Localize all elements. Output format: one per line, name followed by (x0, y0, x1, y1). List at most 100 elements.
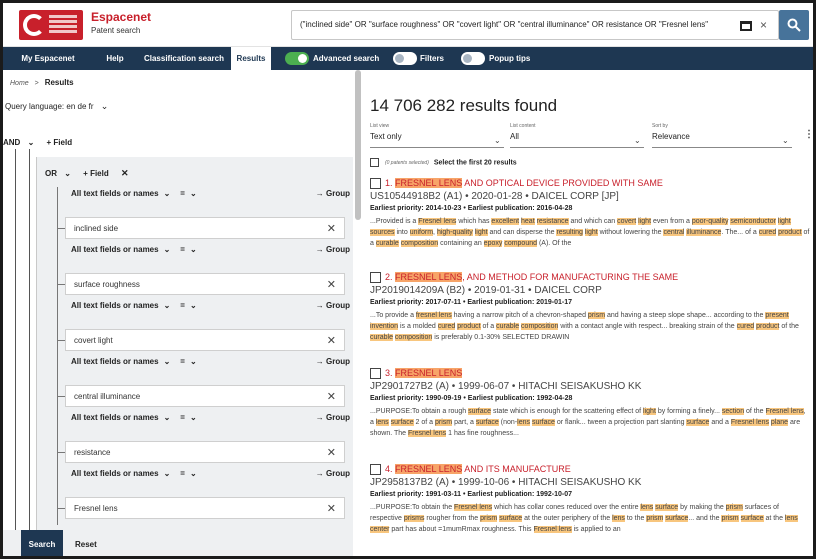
search-input[interactable]: ("inclined side" OR "surface roughness" … (291, 10, 779, 40)
remove-field-icon[interactable]: ✕ (327, 222, 336, 235)
nav-my-espacenet[interactable]: My Espacenet (13, 47, 83, 70)
field-value[interactable]: inclined side (74, 224, 118, 233)
nav-help[interactable]: Help (95, 47, 135, 70)
field-value-input[interactable]: covert light ✕ (65, 329, 345, 351)
chevron-down-icon[interactable]: ⌄ (28, 138, 35, 147)
field-value[interactable]: surface roughness (74, 280, 140, 289)
result-checkbox[interactable] (370, 272, 381, 284)
breadcrumb-home[interactable]: Home (10, 80, 29, 87)
search-button[interactable] (779, 10, 809, 40)
field-value[interactable]: Fresnel lens (74, 504, 118, 513)
search-term-highlight: curable (375, 240, 399, 248)
remove-field-icon[interactable]: ✕ (327, 334, 336, 347)
left-scrollbar[interactable] (355, 70, 361, 220)
add-field-button[interactable]: + Field (83, 169, 109, 178)
group-button[interactable]: → Group (316, 301, 350, 310)
window-icon[interactable] (740, 21, 752, 31)
more-options-icon[interactable]: ⋮ (804, 129, 813, 140)
field-value-input[interactable]: central illuminance ✕ (65, 385, 345, 407)
search-term-highlight: surface (499, 515, 523, 523)
result-title[interactable]: 3. FRESNEL LENS (370, 368, 810, 380)
field-value-input[interactable]: resistance ✕ (65, 441, 345, 463)
field-scope-select[interactable]: All text fields or names ⌄ = ⌄ (71, 245, 197, 254)
search-term-highlight: light (777, 218, 791, 226)
sort-by-label: Sort by (652, 123, 668, 129)
remove-field-icon[interactable]: ✕ (327, 502, 336, 515)
search-term-highlight: resulting (556, 229, 583, 237)
field-value[interactable]: covert light (74, 336, 113, 345)
query-language-label: Query language: en de fr (5, 102, 94, 111)
field-scope-select[interactable]: All text fields or names ⌄ = ⌄ (71, 301, 197, 310)
top-header: Espacenet Patent search ("inclined side"… (3, 3, 813, 47)
and-operator-select[interactable]: AND (3, 138, 20, 147)
list-view-select[interactable]: List view Text only ⌄ (370, 123, 504, 148)
result-checkbox[interactable] (370, 178, 381, 190)
remove-group-icon[interactable]: ✕ (121, 168, 129, 178)
group-button[interactable]: → Group (316, 357, 350, 366)
or-group-panel: OR ⌄ + Field ✕ All text fields or names ⌄… (36, 157, 353, 549)
field-scope-select[interactable]: All text fields or names ⌄ = ⌄ (71, 357, 197, 366)
field-value[interactable]: resistance (74, 448, 110, 457)
group-button[interactable]: → Group (316, 189, 350, 198)
search-term-highlight: prism (721, 515, 739, 523)
result-title[interactable]: 1. FRESNEL LENS AND OPTICAL DEVICE PROVI… (370, 178, 810, 190)
field-scope-select[interactable]: All text fields or names ⌄ = ⌄ (71, 189, 197, 198)
chevron-down-icon[interactable]: ⌄ (64, 169, 71, 178)
selection-bar: (0 patents selected) Select the first 20… (370, 158, 517, 167)
field-scope-select[interactable]: All text fields or names ⌄ = ⌄ (71, 469, 197, 478)
advanced-search-toggle[interactable] (285, 52, 309, 65)
list-view-label: List view (370, 123, 390, 129)
logo-swirl-icon (23, 14, 45, 36)
search-term-highlight: section (721, 408, 745, 416)
search-term-highlight: Fresnel lens (408, 430, 447, 438)
nav-results[interactable]: Results (231, 47, 271, 70)
search-term-highlight: curable (370, 334, 393, 342)
result-checkbox[interactable] (370, 368, 381, 380)
tree-line (15, 149, 16, 549)
remove-field-icon[interactable]: ✕ (327, 446, 336, 459)
filters-label[interactable]: Filters (420, 47, 444, 70)
field-row-4: All text fields or names ⌄ = ⌄ → Group cent… (57, 355, 354, 413)
search-term-highlight: high-quality (436, 229, 473, 237)
remove-field-icon[interactable]: ✕ (327, 390, 336, 403)
search-term-highlight: invention (370, 323, 399, 331)
result-item: 3. FRESNEL LENS JP2901727B2 (A) • 1999-0… (370, 368, 810, 439)
breadcrumb: Home > Results (10, 78, 74, 87)
list-content-select[interactable]: List content All ⌄ (510, 123, 644, 148)
search-query-text[interactable]: ("inclined side" OR "surface roughness" … (300, 20, 730, 29)
remove-field-icon[interactable]: ✕ (327, 278, 336, 291)
search-term-highlight: surface (531, 419, 555, 427)
search-term-highlight: product (778, 229, 802, 237)
popup-tips-toggle[interactable] (461, 52, 485, 65)
field-value-input[interactable]: surface roughness ✕ (65, 273, 345, 295)
group-button[interactable]: → Group (316, 245, 350, 254)
or-operator-select[interactable]: OR (45, 169, 57, 178)
epo-logo[interactable] (19, 10, 83, 40)
group-button[interactable]: → Group (316, 413, 350, 422)
advanced-search-label[interactable]: Advanced search (313, 47, 379, 70)
add-field-button[interactable]: + Field (47, 138, 73, 147)
search-button[interactable]: Search (21, 530, 63, 556)
result-checkbox[interactable] (370, 464, 381, 476)
field-value-input[interactable]: inclined side ✕ (65, 217, 345, 239)
filters-toggle[interactable] (393, 52, 417, 65)
group-button[interactable]: → Group (316, 469, 350, 478)
result-title[interactable]: 2. FRESNEL LENS, AND METHOD FOR MANUFACT… (370, 272, 810, 284)
result-publication: JP2019014209A (B2) • 2019-01-31 • DAICEL… (370, 285, 602, 297)
reset-button[interactable]: Reset (75, 530, 97, 556)
result-abstract: ...To provide a fresnel lens having a na… (370, 312, 799, 342)
result-title[interactable]: 4. FRESNEL LENS AND ITS MANUFACTURE (370, 464, 810, 476)
search-term-highlight: product (457, 323, 481, 331)
brand[interactable]: Espacenet Patent search (91, 10, 151, 35)
clear-icon[interactable]: × (760, 18, 767, 32)
select-all-checkbox[interactable] (370, 158, 379, 167)
field-value-input[interactable]: Fresnel lens ✕ (65, 497, 345, 519)
query-language-select[interactable]: Query language: en de fr ⌄ (5, 101, 108, 112)
field-scope-select[interactable]: All text fields or names ⌄ = ⌄ (71, 413, 197, 422)
select-first-20-link[interactable]: Select the first 20 results (434, 159, 517, 166)
field-value[interactable]: central illuminance (74, 392, 140, 401)
popup-tips-label[interactable]: Popup tips (489, 47, 530, 70)
sort-by-select[interactable]: Sort by Relevance ⌄ (652, 123, 792, 148)
nav-classification-search[interactable]: Classification search (139, 47, 229, 70)
search-term-highlight: lens (517, 419, 530, 427)
